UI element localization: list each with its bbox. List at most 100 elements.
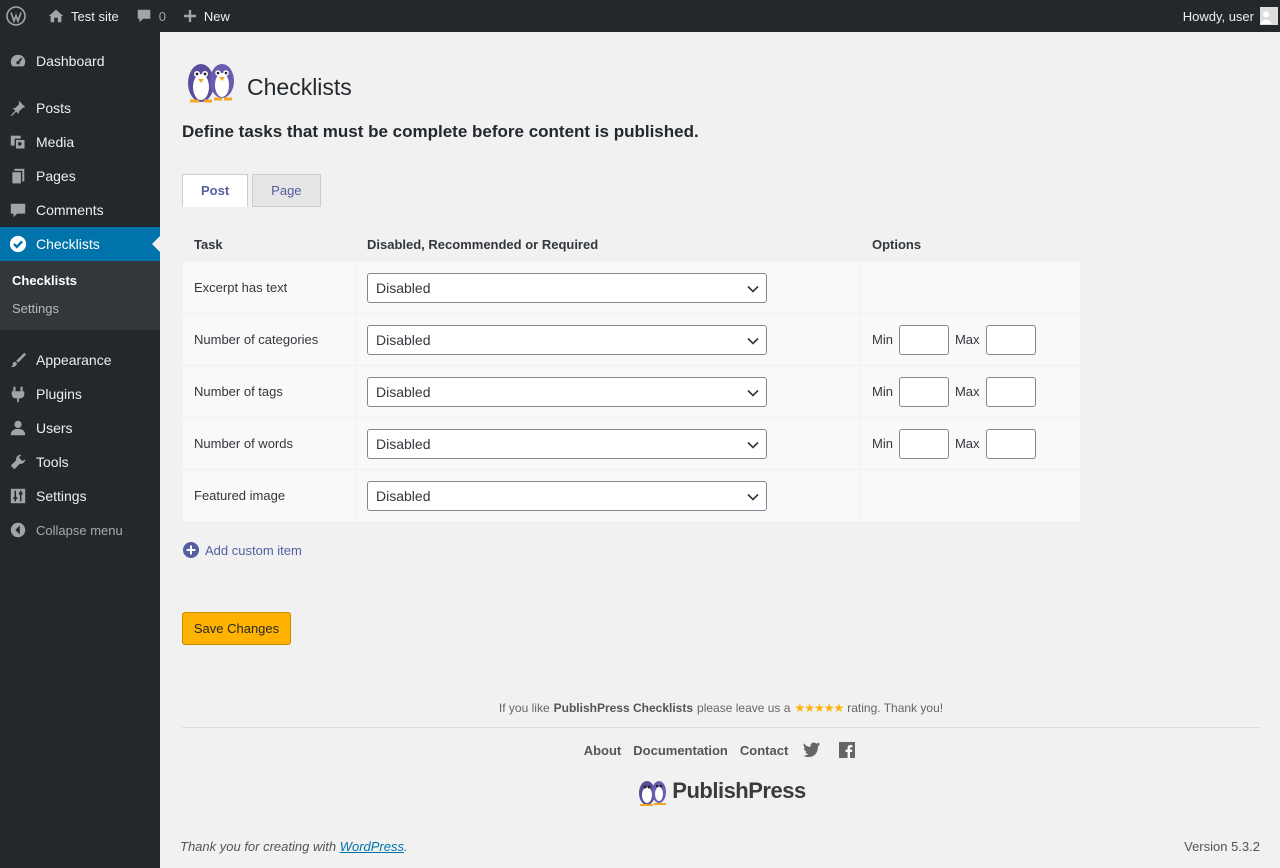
sidebar-item-checklists[interactable]: Checklists	[0, 227, 160, 261]
thanks-prefix: Thank you for creating with	[180, 839, 337, 854]
page-title: Checklists	[247, 74, 352, 100]
chevron-down-icon	[747, 337, 759, 345]
sidebar-item-pages[interactable]: Pages	[0, 159, 160, 193]
chevron-down-icon	[747, 493, 759, 501]
footer-thanks: Thank you for creating with WordPress.	[180, 839, 408, 854]
tab-post[interactable]: Post	[182, 174, 249, 207]
task-options: Min Max	[861, 314, 1080, 365]
wrench-icon	[8, 452, 28, 472]
table-row: Number of categories Disabled Min Max	[183, 314, 1080, 365]
max-input[interactable]	[985, 376, 1036, 407]
comment-icon	[8, 200, 28, 220]
plus-icon	[183, 10, 196, 22]
publishpress-brand[interactable]: PublishPress	[182, 776, 1260, 806]
wordpress-logo-icon[interactable]	[0, 0, 39, 32]
sidebar-item-posts[interactable]: Posts	[0, 91, 160, 125]
column-header-options: Options	[872, 236, 922, 252]
media-icon	[8, 132, 28, 152]
max-input[interactable]	[985, 324, 1036, 355]
sidebar-item-media[interactable]: Media	[0, 125, 160, 159]
table-row: Featured image Disabled	[183, 470, 1080, 521]
add-custom-item-link[interactable]: Add custom item	[182, 541, 1260, 559]
max-label: Max	[954, 384, 980, 399]
task-options: Min Max	[861, 366, 1080, 417]
select-value: Disabled	[376, 435, 431, 452]
five-stars-icon[interactable]: ★★★★★	[794, 701, 844, 715]
rating-suffix: rating. Thank you!	[847, 701, 944, 715]
rating-middle: please leave us a	[697, 701, 791, 715]
check-icon	[8, 234, 28, 254]
contact-link[interactable]: Contact	[740, 743, 788, 758]
twitter-icon[interactable]	[803, 742, 821, 758]
sidebar-item-plugins[interactable]: Plugins	[0, 377, 160, 411]
site-name-link[interactable]: Test site	[39, 0, 127, 32]
comments-link[interactable]: 0	[127, 0, 174, 32]
min-input[interactable]	[898, 324, 949, 355]
max-label: Max	[954, 332, 980, 347]
min-max-options: Min Max	[872, 428, 1069, 459]
facebook-icon[interactable]	[839, 742, 856, 758]
sidebar-item-comments[interactable]: Comments	[0, 193, 160, 227]
admin-sidebar: Dashboard Posts Media Pages Comments Che…	[0, 32, 160, 868]
new-content-link[interactable]: New	[174, 0, 238, 32]
table-row: Number of words Disabled Min Max	[183, 418, 1080, 469]
select-value: Disabled	[376, 279, 431, 296]
task-name: Featured image	[183, 470, 355, 521]
chevron-down-icon	[747, 441, 759, 449]
sidebar-item-label: Tools	[36, 454, 69, 470]
collapse-menu-button[interactable]: Collapse menu	[0, 513, 160, 547]
comment-icon	[137, 9, 150, 23]
brush-icon	[8, 350, 28, 370]
penguins-logo-icon	[188, 64, 234, 103]
sidebar-item-tools[interactable]: Tools	[0, 445, 160, 479]
min-input[interactable]	[898, 376, 949, 407]
task-name: Excerpt has text	[183, 262, 355, 313]
sidebar-item-label: Pages	[36, 168, 76, 184]
requirement-select[interactable]: Disabled	[367, 376, 767, 407]
submenu-item-settings[interactable]: Settings	[0, 295, 160, 323]
checklists-submenu: Checklists Settings	[0, 261, 160, 330]
add-custom-item-label: Add custom item	[205, 542, 302, 558]
rating-prefix: If you like	[498, 701, 550, 715]
min-label: Min	[872, 436, 893, 451]
my-account-link[interactable]: Howdy, user	[1175, 0, 1280, 32]
sidebar-item-label: Posts	[36, 100, 72, 116]
sidebar-item-dashboard[interactable]: Dashboard	[0, 44, 160, 78]
sidebar-item-settings[interactable]: Settings	[0, 479, 160, 513]
wordpress-link[interactable]: WordPress	[340, 839, 404, 854]
task-options: Min Max	[861, 418, 1080, 469]
sidebar-item-users[interactable]: Users	[0, 411, 160, 445]
sidebar-item-appearance[interactable]: Appearance	[0, 343, 160, 377]
requirement-select[interactable]: Disabled	[367, 480, 767, 511]
about-link[interactable]: About	[584, 743, 622, 758]
sidebar-item-label: Checklists	[36, 236, 100, 252]
plugin-footer-links: About Documentation Contact	[182, 742, 1260, 758]
post-type-tabs: Post Page	[182, 174, 1260, 207]
sidebar-item-label: Appearance	[36, 352, 112, 368]
home-icon	[48, 9, 64, 23]
column-header-task: Task	[194, 236, 223, 252]
page-header: Checklists	[182, 42, 1260, 104]
save-changes-button[interactable]: Save Changes	[182, 612, 291, 645]
select-value: Disabled	[376, 331, 431, 348]
checklist-table: Task Disabled, Recommended or Required O…	[182, 226, 1081, 522]
version-text: Version 5.3.2	[1184, 839, 1260, 854]
max-input[interactable]	[985, 428, 1036, 459]
admin-bar: Test site 0 New Howdy, user	[0, 0, 1280, 32]
column-header-status: Disabled, Recommended or Required	[367, 236, 599, 252]
dashboard-icon	[8, 51, 28, 71]
table-row: Number of tags Disabled Min Max	[183, 366, 1080, 417]
documentation-link[interactable]: Documentation	[633, 743, 728, 758]
submenu-item-checklists[interactable]: Checklists	[0, 267, 160, 295]
requirement-select[interactable]: Disabled	[367, 272, 767, 303]
task-name: Number of categories	[183, 314, 355, 365]
tab-page[interactable]: Page	[252, 174, 321, 207]
collapse-arrow-icon	[8, 520, 28, 540]
requirement-select[interactable]: Disabled	[367, 324, 767, 355]
collapse-menu-label: Collapse menu	[36, 522, 123, 538]
chevron-down-icon	[747, 285, 759, 293]
thanks-suffix: .	[404, 839, 408, 854]
requirement-select[interactable]: Disabled	[367, 428, 767, 459]
min-input[interactable]	[898, 428, 949, 459]
task-name: Number of tags	[183, 366, 355, 417]
